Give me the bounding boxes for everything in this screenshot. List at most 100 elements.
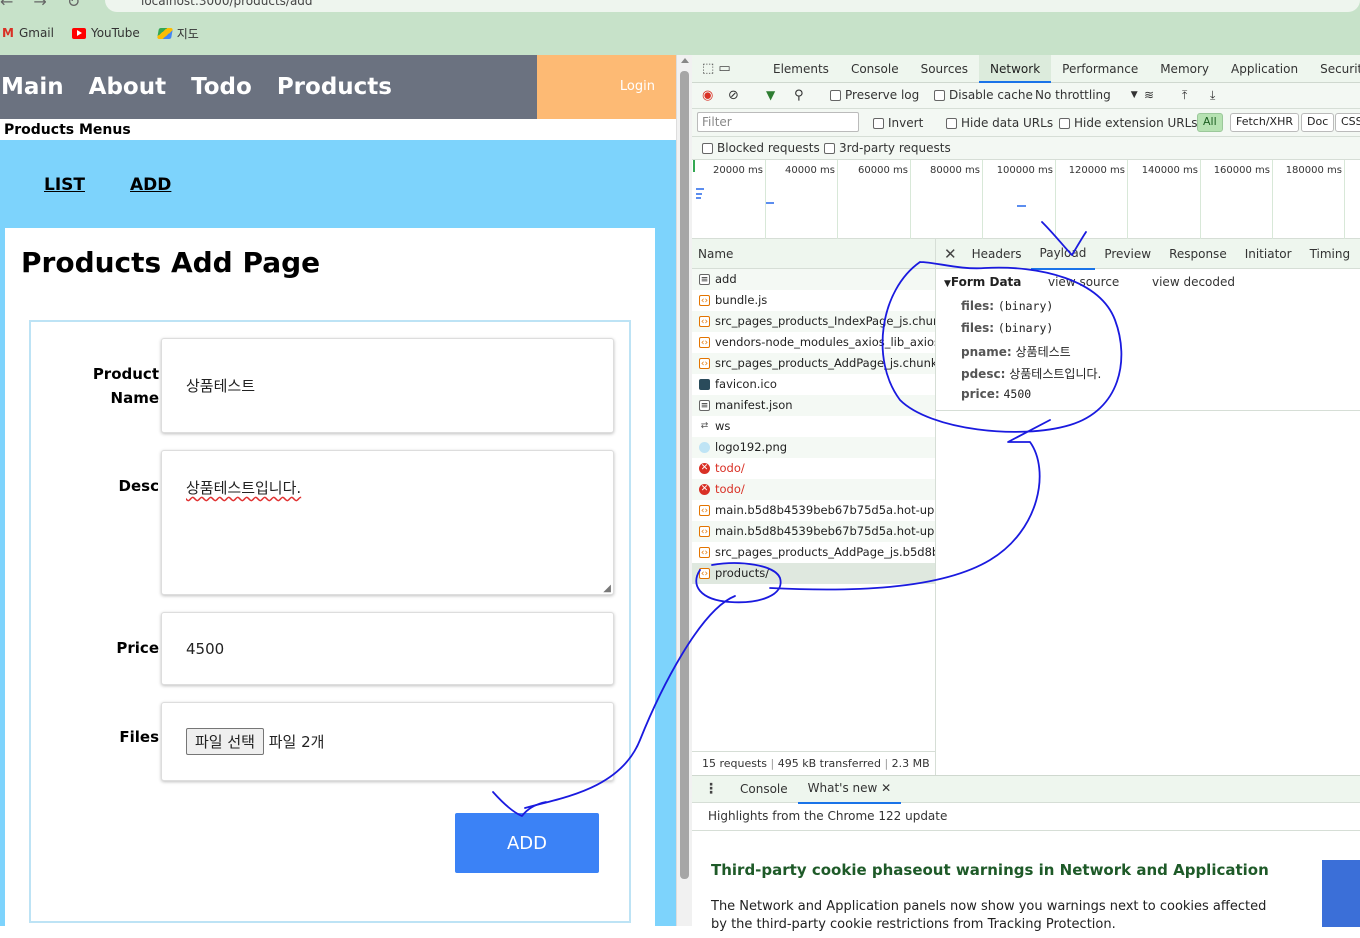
invert-checkbox[interactable]: Invert [873,116,923,130]
request-row[interactable]: ‹› main.b5d8b4539beb67b75d5a.hot-up... [692,521,935,542]
download-icon[interactable]: ⤓ [1210,88,1215,103]
chip-doc[interactable]: Doc [1301,113,1335,132]
divider [692,830,1360,831]
detail-tab-preview[interactable]: Preview [1095,239,1160,269]
price-input[interactable]: 4500 [161,612,614,685]
detail-tab-response[interactable]: Response [1160,239,1236,269]
network-timeline[interactable]: 20000 ms 40000 ms 60000 ms 80000 ms 1000… [692,159,1360,240]
form-data-row: files: (binary) [961,321,1053,335]
tab-sources[interactable]: Sources [910,55,979,83]
add-submit-button[interactable]: ADD [455,813,599,873]
label-line: Product [92,365,159,383]
tab-security[interactable]: Security [1309,55,1360,83]
search-icon[interactable]: ⚲ [794,88,804,103]
nav-main[interactable]: Main [1,74,64,100]
tab-console[interactable]: Console [840,55,910,83]
request-name: vendors-node_modules_axios_lib_axios... [715,335,935,349]
feature-thumbnail [1322,860,1360,927]
request-name: products/ [715,566,770,580]
request-row[interactable]: ⇄ ws [692,416,935,437]
checkbox-box [873,117,884,129]
more-vert-icon[interactable]: ⋮ [704,781,718,797]
chip-all[interactable]: All [1197,113,1223,132]
browser-nav-buttons[interactable]: ←→↻ [0,0,100,11]
request-row[interactable]: ‹› src_pages_products_IndexPage_js.chun..… [692,311,935,332]
tab-application[interactable]: Application [1220,55,1309,83]
detail-tab-headers[interactable]: Headers [963,239,1031,269]
tab-elements[interactable]: Elements [762,55,840,83]
filter-funnel-icon[interactable]: ▼ [766,88,775,102]
throttling-select[interactable]: No throttling ▼ [1035,88,1138,102]
nav-todo[interactable]: Todo [191,74,252,100]
product-name-input[interactable]: 상품테스트 [161,338,614,433]
drawer-heading[interactable]: Third-party cookie phaseout warnings in … [711,861,1269,879]
request-row[interactable]: ‹› products/ [692,563,935,584]
hide-data-urls-checkbox[interactable]: Hide data URLs [946,116,1053,130]
request-row[interactable]: ≡ add [692,269,935,290]
tab-memory[interactable]: Memory [1149,55,1220,83]
hide-extension-urls-checkbox[interactable]: Hide extension URLs [1059,116,1198,130]
inspect-device-icons[interactable]: ⬚ ▭ [702,61,731,76]
maps-icon [156,27,173,39]
bookmark-gmail[interactable]: M Gmail [2,26,54,40]
bookmark-maps[interactable]: 지도 [156,25,199,42]
request-row[interactable]: favicon.ico [692,374,935,395]
bookmark-label: YouTube [90,26,140,40]
tab-network[interactable]: Network [979,55,1052,83]
desc-textarea[interactable]: 상품테스트입니다. ◢ [161,450,614,595]
blocked-requests-checkbox[interactable]: Blocked requests [702,141,820,155]
request-row[interactable]: ‹› bundle.js [692,290,935,311]
scroll-up-icon[interactable] [681,58,689,63]
choose-file-button[interactable]: 파일 선택 [186,728,264,755]
form-data-key: price: [961,387,1000,401]
preserve-log-checkbox[interactable]: Preserve log [830,88,919,102]
nav-products[interactable]: Products [277,74,392,100]
detail-tab-payload[interactable]: Payload [1030,238,1096,270]
submenu-list-link[interactable]: LIST [44,175,85,195]
chevron-down-icon: ▼ [1130,90,1138,100]
price-label: Price [116,639,159,657]
request-row[interactable]: ‹› src_pages_products_AddPage_js.chunk.js [692,353,935,374]
clear-icon[interactable]: ⊘ [728,88,739,103]
form-data-heading[interactable]: ▼Form Data [944,275,1021,289]
products-submenu: LIST ADD Products Add Page Product Name … [0,140,676,938]
request-row[interactable]: ‹› main.b5d8b4539beb67b75d5a.hot-up... [692,500,935,521]
files-input[interactable]: 파일 선택 파일 2개 [161,702,614,781]
resize-handle-icon[interactable]: ◢ [603,583,611,594]
tab-performance[interactable]: Performance [1051,55,1149,83]
request-row[interactable]: logo192.png [692,437,935,458]
address-bar[interactable]: localhost:3000/products/add [105,0,1360,12]
detail-tab-timing[interactable]: Timing [1301,239,1360,269]
bookmark-youtube[interactable]: YouTube [71,26,140,40]
nav-about[interactable]: About [89,74,166,100]
third-party-checkbox[interactable]: 3rd-party requests [824,141,951,155]
checkbox-label: Preserve log [845,88,920,102]
disable-cache-checkbox[interactable]: Disable cache [934,88,1033,102]
detail-tab-initiator[interactable]: Initiator [1236,239,1301,269]
file-status: 파일 2개 [268,733,325,751]
scroll-thumb[interactable] [680,71,689,879]
request-row[interactable]: ✕ todo/ [692,458,935,479]
request-row[interactable]: ‹› src_pages_products_AddPage_js.b5d8b... [692,542,935,563]
record-icon[interactable]: ◉ [702,88,713,103]
close-icon[interactable]: ✕ [881,781,891,795]
request-row[interactable]: ≡ manifest.json [692,395,935,416]
wifi-icon[interactable]: ≋ [1144,88,1154,102]
filter-input[interactable]: Filter [697,112,859,132]
drawer-tab-console[interactable]: Console [730,776,798,803]
chip-fetch-xhr[interactable]: Fetch/XHR [1230,113,1299,132]
chip-css[interactable]: CSS [1335,113,1360,132]
desc-label: Desc [118,477,159,495]
column-header-name[interactable]: Name [692,239,935,269]
summary-transferred: 495 kB transferred [777,757,881,770]
close-icon[interactable]: ✕ [944,245,957,263]
drawer-tab-whats-new[interactable]: What's new ✕ [797,775,902,804]
submenu-add-link[interactable]: ADD [130,175,171,195]
page-scrollbar[interactable] [676,55,692,926]
login-link[interactable]: Login [620,79,655,94]
request-row[interactable]: ‹› vendors-node_modules_axios_lib_axios..… [692,332,935,353]
upload-icon[interactable]: ⤒ [1182,88,1187,103]
view-source-link[interactable]: view source [1048,275,1119,289]
view-decoded-link[interactable]: view decoded [1152,275,1235,289]
request-row[interactable]: ✕ todo/ [692,479,935,500]
